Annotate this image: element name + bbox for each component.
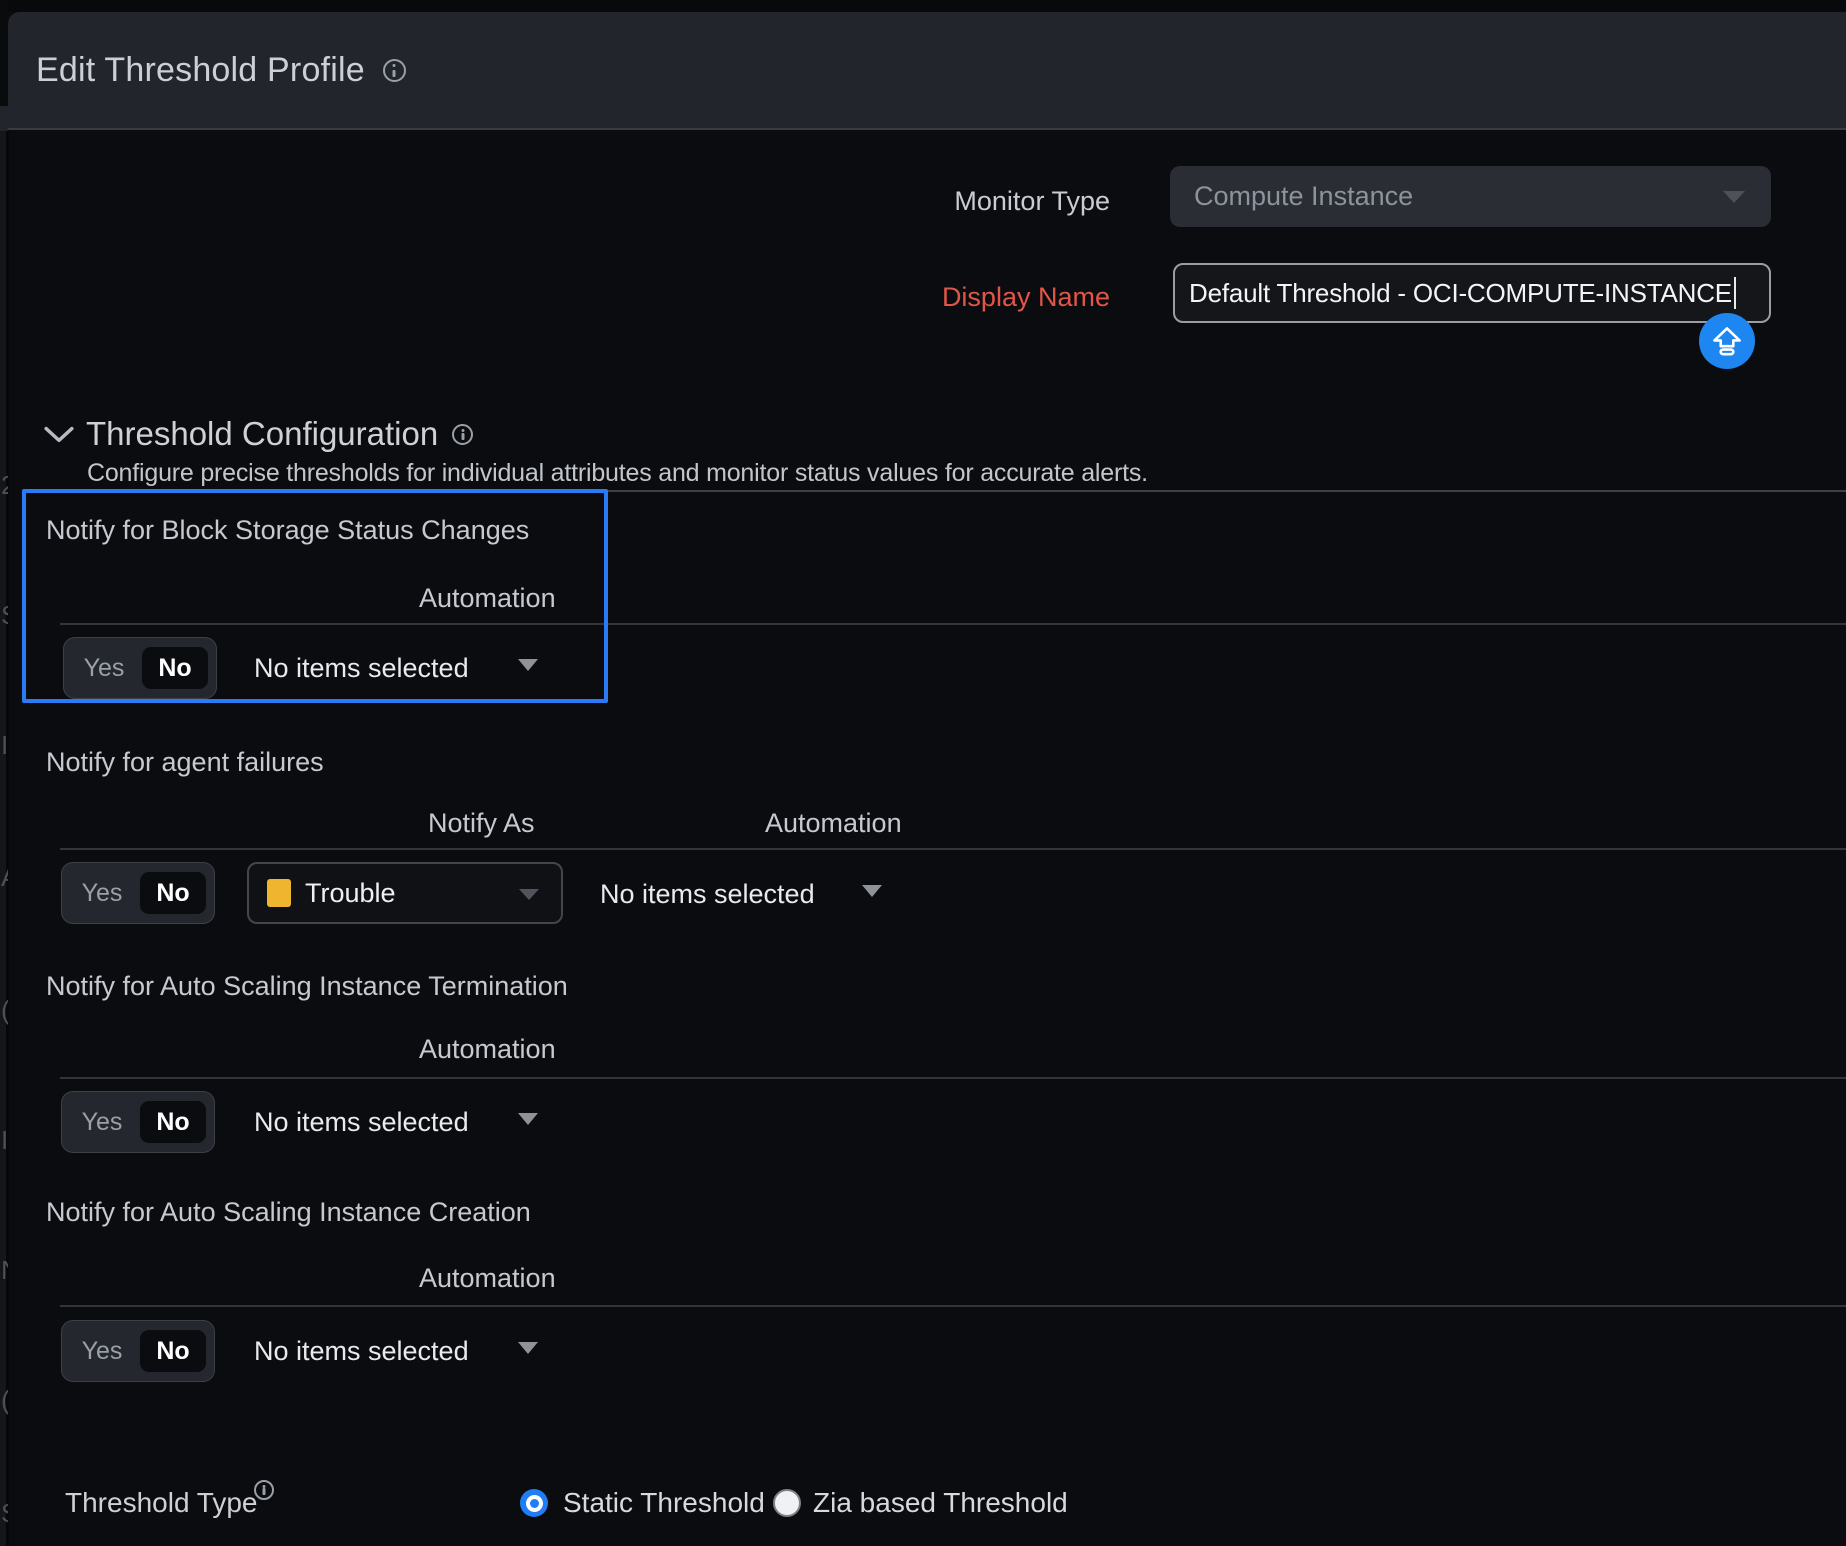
column-header-notify-as: Notify As xyxy=(428,808,535,838)
info-icon[interactable] xyxy=(383,59,406,82)
toggle-yes-option[interactable]: Yes xyxy=(62,1092,142,1152)
modal-header: Edit Threshold Profile xyxy=(8,12,1846,130)
radio-label-zia-based-threshold[interactable]: Zia based Threshold xyxy=(813,1487,1068,1519)
toggle-no-option[interactable]: No xyxy=(142,647,208,689)
top-strip xyxy=(0,0,1846,12)
chevron-down-icon xyxy=(1723,191,1745,203)
autoscaling-creation-automation-select[interactable]: No items selected xyxy=(254,1335,469,1367)
radio-static-threshold[interactable] xyxy=(520,1489,548,1517)
agent-failures-automation-select[interactable]: No items selected xyxy=(600,878,815,910)
autoscaling-termination-automation-select[interactable]: No items selected xyxy=(254,1106,469,1138)
divider xyxy=(60,623,1846,625)
monitor-type-label: Monitor Type xyxy=(890,185,1110,217)
header-notch xyxy=(0,106,8,131)
toggle-yes-option[interactable]: Yes xyxy=(62,863,142,923)
section-title-autoscaling-creation: Notify for Auto Scaling Instance Creatio… xyxy=(46,1196,531,1229)
notify-as-select[interactable]: Trouble xyxy=(247,862,563,924)
left-edge-fragment: S xyxy=(1,1498,8,1528)
chevron-down-icon xyxy=(519,889,539,900)
section-title-autoscaling-termination: Notify for Auto Scaling Instance Termina… xyxy=(46,970,568,1003)
left-edge-fragment: I xyxy=(1,1125,8,1155)
display-name-input[interactable]: Default Threshold - OCI-COMPUTE-INSTANCE xyxy=(1173,263,1771,323)
radio-zia-based-threshold[interactable] xyxy=(773,1489,801,1517)
left-edge-fragment: N xyxy=(1,1255,8,1285)
autoscaling-creation-yes-no-toggle[interactable]: Yes No xyxy=(61,1320,215,1382)
autoscaling-termination-yes-no-toggle[interactable]: Yes No xyxy=(61,1091,215,1153)
divider xyxy=(60,1305,1846,1307)
column-header-automation: Automation xyxy=(419,1263,556,1293)
block-storage-yes-no-toggle[interactable]: Yes No xyxy=(63,637,217,699)
chevron-down-icon[interactable] xyxy=(518,659,538,671)
toggle-no-option[interactable]: No xyxy=(140,1330,206,1372)
column-header-automation: Automation xyxy=(419,583,556,613)
notify-as-value: Trouble xyxy=(305,878,396,909)
divider xyxy=(22,490,1846,492)
toggle-no-option[interactable]: No xyxy=(140,872,206,914)
toggle-yes-option[interactable]: Yes xyxy=(62,1321,142,1381)
monitor-type-value: Compute Instance xyxy=(1194,181,1413,212)
toggle-no-option[interactable]: No xyxy=(140,1101,206,1143)
monitor-type-select[interactable]: Compute Instance xyxy=(1170,166,1771,227)
column-header-automation: Automation xyxy=(419,1034,556,1064)
info-icon[interactable] xyxy=(452,424,473,445)
threshold-configuration-title[interactable]: Threshold Configuration xyxy=(86,416,438,452)
page-title: Edit Threshold Profile xyxy=(36,51,365,90)
section-title-block-storage: Notify for Block Storage Status Changes xyxy=(46,514,529,547)
text-cursor xyxy=(1734,277,1736,309)
block-storage-automation-select[interactable]: No items selected xyxy=(254,652,469,684)
section-title-agent-failures: Notify for agent failures xyxy=(46,746,324,779)
chevron-down-icon[interactable] xyxy=(518,1342,538,1354)
left-edge-fragment: ( xyxy=(1,995,8,1025)
threshold-configuration-description: Configure precise thresholds for individ… xyxy=(87,458,1148,488)
left-edge-fragment: A xyxy=(1,862,8,892)
display-name-value: Default Threshold - OCI-COMPUTE-INSTANCE xyxy=(1189,278,1732,309)
divider xyxy=(60,848,1846,850)
left-edge-background xyxy=(0,0,8,106)
upload-icon xyxy=(1711,325,1743,357)
radio-label-static-threshold[interactable]: Static Threshold xyxy=(563,1487,765,1519)
toggle-yes-option[interactable]: Yes xyxy=(64,638,144,698)
info-icon[interactable] xyxy=(254,1480,274,1500)
left-edge-fragment: ( xyxy=(1,1385,8,1415)
left-edge-fragment: 2 xyxy=(1,470,8,500)
threshold-type-label: Threshold Type xyxy=(65,1487,258,1519)
chevron-down-icon[interactable] xyxy=(862,885,882,897)
divider xyxy=(60,1077,1846,1079)
edit-threshold-profile-modal: 2 S I A ( I N ( S Edit Threshold Profile… xyxy=(0,0,1846,1546)
chevron-down-icon[interactable] xyxy=(518,1113,538,1125)
agent-failures-yes-no-toggle[interactable]: Yes No xyxy=(61,862,215,924)
left-edge-background xyxy=(0,131,9,1546)
trouble-status-swatch xyxy=(267,879,291,907)
display-name-label: Display Name xyxy=(890,281,1110,313)
collapse-chevron-icon[interactable] xyxy=(44,426,74,449)
left-edge-fragment: S xyxy=(1,600,8,630)
left-edge-fragment: I xyxy=(1,730,8,760)
column-header-automation: Automation xyxy=(765,808,902,838)
upload-button[interactable] xyxy=(1699,313,1755,369)
